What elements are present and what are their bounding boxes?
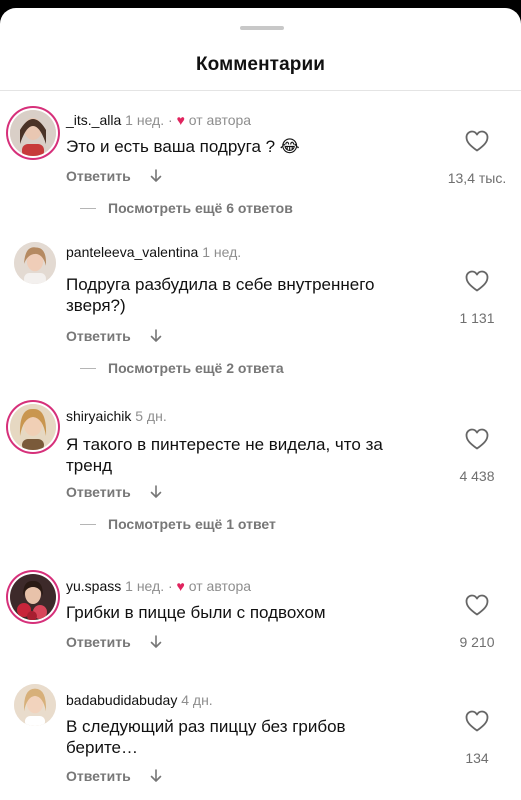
replies-line: [80, 367, 96, 369]
reply-button[interactable]: Ответить: [66, 768, 131, 784]
avatar[interactable]: [14, 242, 56, 284]
heart-filled-icon: ♥: [176, 112, 185, 128]
comment-username[interactable]: yu.spass: [66, 578, 121, 594]
reply-button[interactable]: Ответить: [66, 484, 131, 500]
reply-row: Ответить: [66, 634, 163, 650]
like-column: 134: [441, 710, 513, 766]
comment-text: Грибки в пицце были с подвохом: [66, 603, 326, 622]
heart-outline-icon[interactable]: [441, 428, 513, 450]
reply-row: Ответить: [66, 328, 163, 344]
like-column: 4 438: [441, 428, 513, 484]
comment-time: 5 дн.: [135, 408, 167, 424]
view-more-replies[interactable]: Посмотреть ещё 6 ответов: [80, 200, 293, 216]
sheet-grabber[interactable]: [240, 26, 284, 30]
meta-separator: ·: [168, 112, 173, 128]
like-count: 13,4 тыс.: [447, 170, 507, 186]
avatar[interactable]: [10, 574, 56, 620]
arrow-down-icon[interactable]: [149, 485, 163, 499]
view-more-replies-label: Посмотреть ещё 2 ответа: [108, 360, 284, 376]
comment-meta: shiryaichik 5 дн.: [66, 408, 167, 424]
heart-outline-icon[interactable]: [441, 130, 513, 152]
view-more-replies[interactable]: Посмотреть ещё 2 ответа: [80, 360, 284, 376]
heart-outline-icon[interactable]: [441, 710, 513, 732]
comment-text: Это и есть ваша подруга ? 😂: [66, 137, 300, 156]
replies-line: [80, 523, 96, 525]
comment-username[interactable]: badabudidabuday: [66, 692, 177, 708]
reply-row: Ответить: [66, 768, 163, 784]
replies-line: [80, 207, 96, 209]
comment-text: Подруга разбудила в себе внутреннего зве…: [66, 275, 375, 315]
comment-meta: yu.spass 1 нед. · ♥ от автора: [66, 578, 251, 594]
heart-filled-icon: ♥: [176, 578, 185, 594]
heart-outline-icon[interactable]: [441, 594, 513, 616]
arrow-down-icon[interactable]: [149, 169, 163, 183]
reply-button[interactable]: Ответить: [66, 634, 131, 650]
comment-username[interactable]: _its._alla: [66, 112, 121, 128]
avatar[interactable]: [10, 110, 56, 156]
comment-text: Я такого в пинтересте не видела, что за …: [66, 435, 383, 475]
comment-username[interactable]: panteleeva_valentina: [66, 244, 198, 260]
author-like-label: от автора: [188, 578, 252, 594]
page-title: Комментарии: [195, 54, 326, 75]
avatar[interactable]: [14, 684, 56, 726]
comment-time: 1 нед.: [202, 244, 242, 260]
header-divider: [0, 90, 521, 91]
comment-time: 1 нед.: [125, 112, 165, 128]
like-count: 4 438: [459, 468, 495, 484]
comment-username[interactable]: shiryaichik: [66, 408, 131, 424]
arrow-down-icon[interactable]: [149, 329, 163, 343]
comment-meta: badabudidabuday 4 дн.: [66, 692, 213, 708]
reply-row: Ответить: [66, 168, 163, 184]
view-more-replies[interactable]: Посмотреть ещё 1 ответ: [80, 516, 276, 532]
view-more-replies-label: Посмотреть ещё 1 ответ: [108, 516, 276, 532]
reply-button[interactable]: Ответить: [66, 328, 131, 344]
comment-time: 4 дн.: [181, 692, 213, 708]
like-column: 1 131: [441, 270, 513, 326]
heart-outline-icon[interactable]: [441, 270, 513, 292]
comments-sheet: Комментарии _its._alla 1 нед. · ♥ от авт…: [0, 8, 521, 800]
comment-meta: _its._alla 1 нед. · ♥ от автора: [66, 112, 251, 128]
view-more-replies-label: Посмотреть ещё 6 ответов: [108, 200, 293, 216]
author-like-label: от автора: [188, 112, 252, 128]
reply-row: Ответить: [66, 484, 163, 500]
arrow-down-icon[interactable]: [149, 769, 163, 783]
comment-meta: panteleeva_valentina 1 нед.: [66, 244, 241, 260]
avatar[interactable]: [10, 404, 56, 450]
comment-text: В следующий раз пиццу без грибов берите…: [66, 717, 346, 757]
like-count: 9 210: [459, 634, 495, 650]
meta-separator: ·: [167, 578, 173, 594]
like-count: 134: [465, 750, 489, 766]
like-column: 13,4 тыс.: [441, 130, 513, 186]
reply-button[interactable]: Ответить: [66, 168, 131, 184]
arrow-down-icon[interactable]: [149, 635, 163, 649]
like-column: 9 210: [441, 594, 513, 650]
like-count: 1 131: [459, 310, 495, 326]
comment-time: 1 нед.: [125, 578, 165, 594]
